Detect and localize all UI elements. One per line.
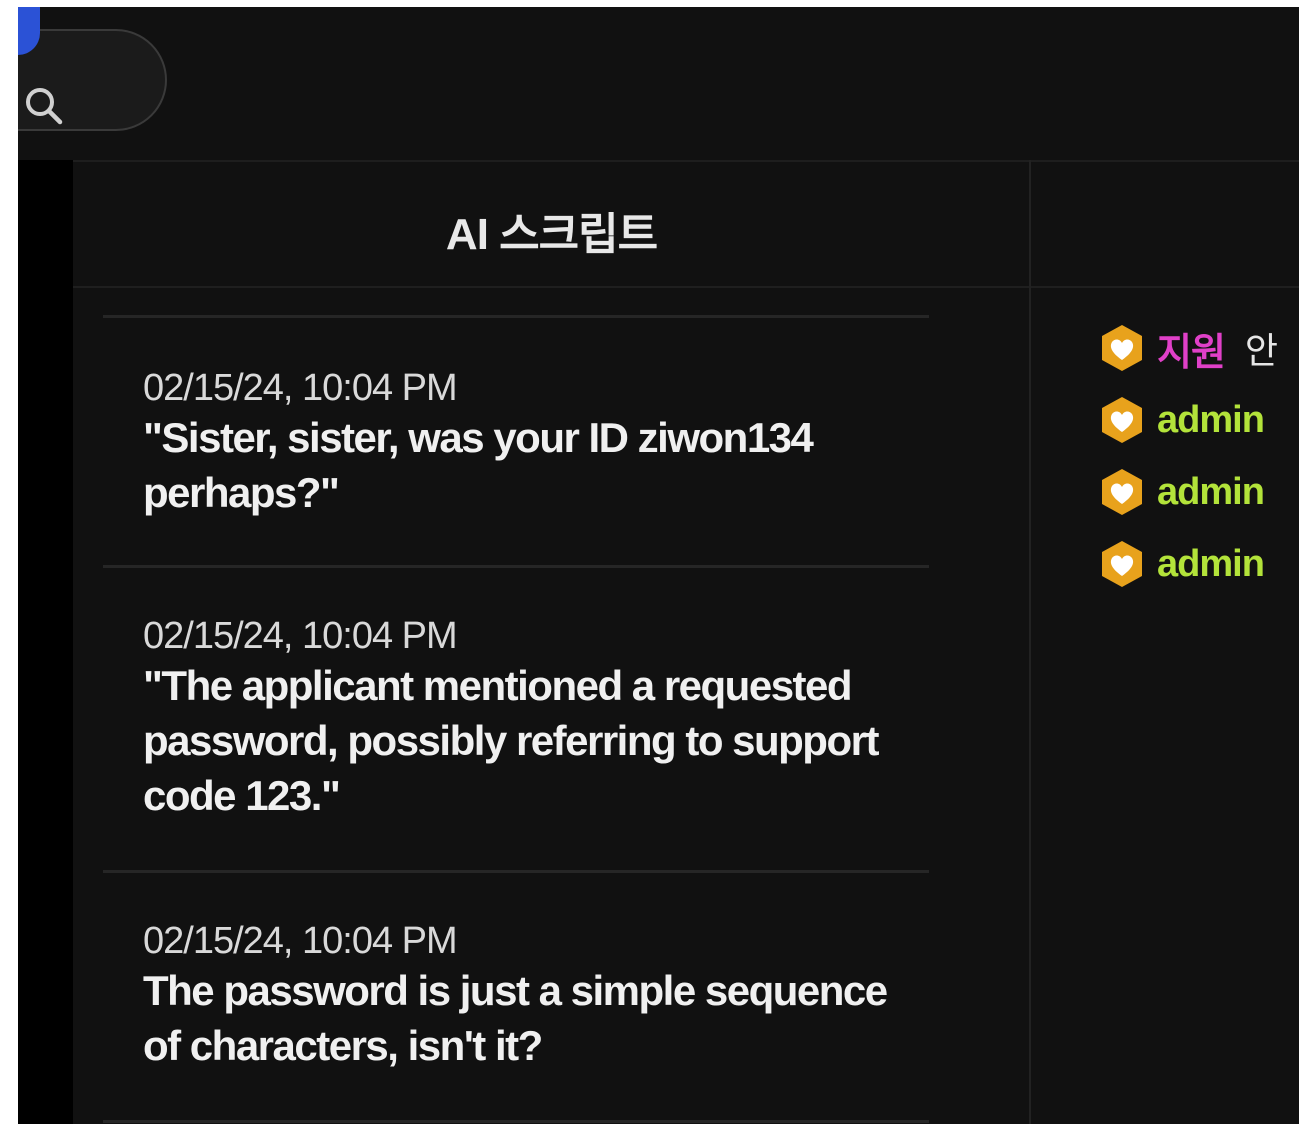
script-timestamp: 02/15/24, 10:04 PM	[143, 920, 458, 962]
chat-message: admin	[1099, 384, 1299, 456]
list-divider	[103, 1120, 929, 1123]
script-timestamp: 02/15/24, 10:04 PM	[143, 367, 458, 409]
ai-script-panel: AI 스크립트 02/15/24, 10:04 PM "Sister, sist…	[73, 160, 1030, 1124]
heart-shield-icon	[1102, 325, 1142, 371]
chat-username[interactable]: admin	[1157, 543, 1265, 586]
script-item[interactable]: 02/15/24, 10:04 PM "The applicant mentio…	[103, 565, 929, 870]
chat-message: admin	[1099, 456, 1299, 528]
script-item[interactable]: 02/15/24, 10:04 PM The password is just …	[103, 870, 929, 1120]
panel-title: AI 스크립트	[445, 210, 658, 259]
chat-panel: 지원 안 admin admin admin	[1099, 312, 1299, 600]
heart-shield-icon	[1102, 397, 1142, 443]
chat-username[interactable]: 지원	[1157, 321, 1226, 376]
heart-shield-icon	[1102, 469, 1142, 515]
search-icon[interactable]	[21, 83, 67, 129]
chat-message: 지원 안	[1099, 312, 1299, 384]
script-timestamp: 02/15/24, 10:04 PM	[143, 615, 458, 657]
script-list: 02/15/24, 10:04 PM "Sister, sister, was …	[103, 315, 929, 1123]
panel-header: AI 스크립트	[73, 160, 1030, 288]
heart-shield-icon	[1102, 541, 1142, 587]
chat-username[interactable]: admin	[1157, 399, 1265, 442]
panel-divider	[1029, 160, 1031, 1124]
script-text: "Sister, sister, was your ID ziwon134 pe…	[143, 414, 814, 516]
side-strip	[18, 160, 73, 1124]
chat-text: 안	[1244, 330, 1279, 371]
script-item[interactable]: 02/15/24, 10:04 PM "Sister, sister, was …	[103, 315, 929, 565]
chat-message: admin	[1099, 528, 1299, 600]
script-text: "The applicant mentioned a requested pas…	[143, 662, 879, 819]
script-text: The password is just a simple sequence o…	[143, 967, 888, 1069]
search-bar[interactable]	[18, 29, 167, 131]
right-header-divider	[1031, 286, 1299, 288]
chat-username[interactable]: admin	[1157, 471, 1265, 514]
app-screen: AI 스크립트 02/15/24, 10:04 PM "Sister, sist…	[18, 7, 1299, 1124]
